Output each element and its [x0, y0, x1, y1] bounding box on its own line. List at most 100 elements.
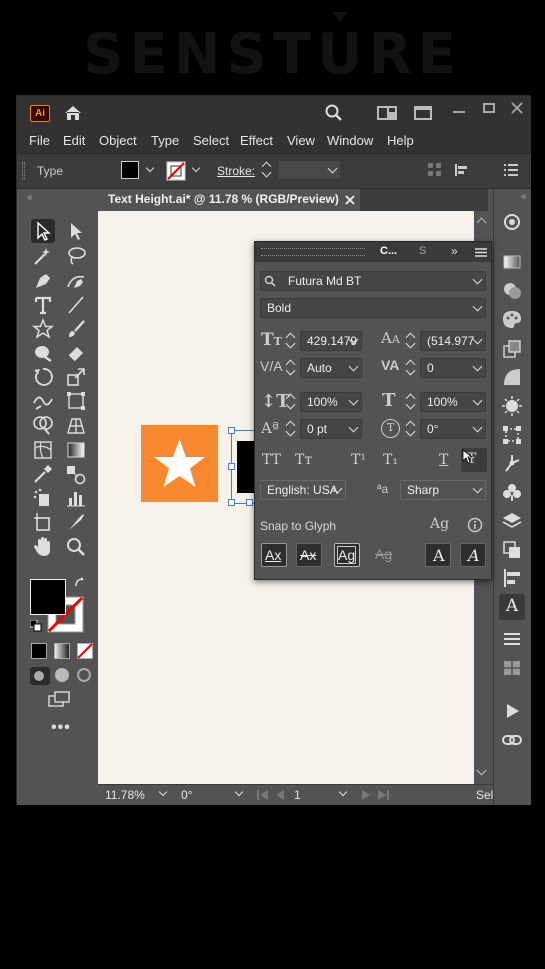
close-tab-icon[interactable]	[345, 195, 355, 205]
snap-anchor-button[interactable]: A	[460, 543, 486, 567]
scale-tool[interactable]	[64, 365, 88, 389]
rotate-dropdown-icon[interactable]	[234, 787, 244, 797]
direct-selection-tool[interactable]	[64, 219, 88, 243]
leading-field[interactable]: (514.977	[420, 331, 486, 351]
menu-edit[interactable]: Edit	[63, 133, 85, 148]
language-field[interactable]: English: USA	[260, 480, 346, 500]
menu-view[interactable]: View	[287, 133, 315, 148]
artboard-dropdown-icon[interactable]	[338, 787, 348, 797]
menu-file[interactable]: File	[29, 133, 50, 148]
baseline-shift-field[interactable]: 0 pt	[300, 419, 362, 439]
panel-menu-icon[interactable]	[475, 248, 487, 257]
snap-xheight-button[interactable]: Ax	[296, 543, 322, 567]
fill-dropdown-icon[interactable]	[145, 163, 155, 173]
shaper-tool[interactable]	[31, 341, 55, 365]
baseline-shift-stepper[interactable]	[286, 419, 296, 439]
pen-tool[interactable]	[31, 269, 55, 293]
rotate-tool[interactable]	[31, 365, 55, 389]
menu-window[interactable]: Window	[327, 133, 373, 148]
last-artboard-icon[interactable]	[377, 790, 389, 800]
selection-handle[interactable]	[228, 499, 235, 506]
hand-tool[interactable]	[31, 535, 55, 559]
blend-tool[interactable]	[64, 462, 88, 486]
menu-help[interactable]: Help	[387, 133, 414, 148]
artboard-number[interactable]: 1	[294, 788, 301, 802]
curvature-tool[interactable]	[64, 269, 88, 293]
document-tab[interactable]: Text Height.ai* @ 11.78 % (RGB/Preview)	[98, 189, 360, 211]
free-transform-tool[interactable]	[64, 389, 88, 413]
arrange-documents-icon[interactable]	[414, 106, 432, 120]
snap-glyph-bounds-button[interactable]: Ag	[334, 543, 360, 567]
vertical-scale-stepper[interactable]	[286, 392, 296, 412]
stroke-dropdown-icon[interactable]	[191, 163, 201, 173]
puppet-warp-icon[interactable]	[501, 452, 523, 474]
workspace-icon[interactable]	[377, 106, 397, 120]
warp-tool[interactable]	[31, 389, 55, 413]
line-segment-tool[interactable]	[64, 293, 88, 317]
status-info[interactable]: Sel	[476, 788, 493, 802]
leading-stepper[interactable]	[406, 331, 416, 351]
panel-expand-icon[interactable]: »	[451, 244, 458, 258]
artboards-panel-icon[interactable]	[501, 539, 523, 561]
layers-panel-icon[interactable]	[501, 510, 523, 532]
collapse-toolbar-icon[interactable]: «	[27, 192, 33, 203]
horizontal-scale-field[interactable]: 100%	[420, 392, 486, 412]
menu-select[interactable]: Select	[193, 133, 229, 148]
font-style-field[interactable]: Bold	[260, 298, 486, 318]
shape-builder-tool[interactable]	[31, 413, 55, 437]
actions-panel-icon[interactable]	[501, 700, 523, 722]
fill-color-swatch[interactable]	[30, 579, 66, 615]
paintbrush-tool[interactable]	[64, 317, 88, 341]
screen-mode-icon[interactable]	[48, 691, 70, 707]
align-icon[interactable]	[428, 163, 442, 177]
distribute-icon[interactable]	[454, 162, 470, 178]
stroke-label[interactable]: Stroke:	[217, 164, 255, 178]
color-panel-icon[interactable]	[501, 251, 523, 273]
column-graph-tool[interactable]	[64, 486, 88, 510]
zoom-tool[interactable]	[64, 535, 88, 559]
rotation-field[interactable]: 0°	[420, 419, 486, 439]
star-logo[interactable]	[141, 425, 218, 502]
edit-toolbar-icon[interactable]: •••	[51, 719, 71, 737]
previous-artboard-icon[interactable]	[275, 790, 285, 800]
small-caps-button[interactable]: Tт	[295, 452, 312, 468]
color-palette-icon[interactable]	[501, 308, 523, 330]
kerning-field[interactable]: Auto	[300, 358, 362, 378]
character-panel-icon[interactable]: A	[499, 594, 525, 620]
glyph-guides-icon[interactable]: Ag	[430, 516, 449, 532]
stroke-stepper[interactable]	[262, 160, 272, 180]
snap-angular-button[interactable]: A	[425, 543, 451, 567]
draw-inside-icon[interactable]	[77, 668, 91, 682]
search-icon[interactable]	[325, 104, 343, 122]
paragraph-panel-icon[interactable]	[501, 629, 523, 651]
artboard-tool[interactable]	[31, 510, 55, 534]
menu-object[interactable]: Object	[99, 133, 137, 148]
menu-type[interactable]: Type	[151, 133, 179, 148]
snap-proximity-button[interactable]: Ag	[372, 543, 398, 567]
none-mode-button[interactable]	[77, 643, 93, 659]
mesh-tool[interactable]	[31, 438, 55, 462]
star-tool[interactable]	[31, 317, 55, 341]
properties-panel-icon[interactable]	[501, 211, 523, 233]
eyedropper-tool[interactable]	[31, 462, 55, 486]
font-size-field[interactable]: 429.1479	[300, 331, 362, 351]
snap-baseline-button[interactable]: Ax	[261, 543, 287, 567]
tab-styles[interactable]: S	[419, 245, 426, 257]
underline-button[interactable]: T	[439, 452, 448, 468]
draw-normal-icon[interactable]	[30, 667, 50, 685]
scroll-up-arrow[interactable]	[476, 217, 487, 228]
font-family-field[interactable]: Futura Md BT	[260, 271, 486, 291]
gradient-panel-icon[interactable]	[501, 366, 523, 388]
fill-swatch[interactable]	[121, 161, 139, 179]
menu-effect[interactable]: Effect	[240, 133, 273, 148]
scroll-down-arrow[interactable]	[476, 765, 487, 776]
lasso-tool[interactable]	[64, 244, 88, 268]
symbol-sprayer-tool[interactable]	[31, 486, 55, 510]
gradient-mode-button[interactable]	[54, 643, 70, 659]
transform-panel-icon[interactable]	[501, 424, 523, 446]
vertical-scale-field[interactable]: 100%	[300, 392, 362, 412]
selection-tool[interactable]	[31, 219, 55, 243]
collapse-dock-icon[interactable]: «	[521, 191, 527, 202]
zoom-level[interactable]: 11.78%	[105, 788, 145, 802]
gradient-tool[interactable]	[64, 438, 88, 462]
